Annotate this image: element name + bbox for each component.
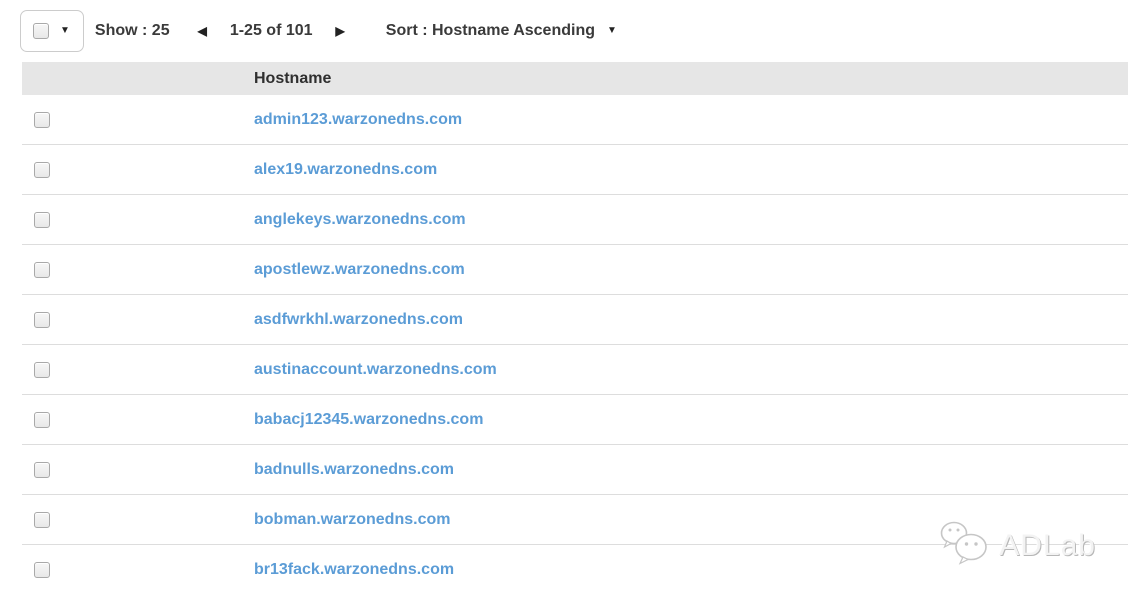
sort-dropdown[interactable]: Sort : Hostname Ascending ▼	[386, 22, 617, 40]
row-checkbox[interactable]	[34, 112, 50, 128]
table-row: admin123.warzonedns.com	[22, 95, 1128, 145]
hostname-link[interactable]: br13fack.warzonedns.com	[254, 561, 454, 579]
row-checkbox[interactable]	[34, 562, 50, 578]
chevron-down-icon: ▼	[607, 26, 617, 36]
row-checkbox[interactable]	[34, 462, 50, 478]
pagination-range: 1-25 of 101	[230, 22, 313, 40]
table-row: alex19.warzonedns.com	[22, 145, 1128, 195]
table-row: austinaccount.warzonedns.com	[22, 345, 1128, 395]
row-checkbox[interactable]	[34, 162, 50, 178]
hostname-table: Hostname admin123.warzonedns.com alex19.…	[22, 62, 1128, 591]
row-checkbox[interactable]	[34, 512, 50, 528]
hostname-link[interactable]: apostlewz.warzonedns.com	[254, 261, 465, 279]
show-per-page-control[interactable]: Show : 25	[95, 22, 170, 40]
row-checkbox[interactable]	[34, 312, 50, 328]
select-all-button[interactable]: ▼	[20, 10, 84, 52]
row-checkbox[interactable]	[34, 362, 50, 378]
table-row: br13fack.warzonedns.com	[22, 545, 1128, 591]
table-row: apostlewz.warzonedns.com	[22, 245, 1128, 295]
table-row: bobman.warzonedns.com	[22, 495, 1128, 545]
hostname-link[interactable]: asdfwrkhl.warzonedns.com	[254, 311, 463, 329]
select-all-checkbox[interactable]	[33, 23, 49, 39]
hostname-link[interactable]: badnulls.warzonedns.com	[254, 461, 454, 479]
hostname-link[interactable]: austinaccount.warzonedns.com	[254, 361, 497, 379]
table-row: anglekeys.warzonedns.com	[22, 195, 1128, 245]
hostname-link[interactable]: bobman.warzonedns.com	[254, 511, 450, 529]
row-checkbox[interactable]	[34, 212, 50, 228]
next-page-button[interactable]: ▶	[336, 25, 345, 37]
hostname-link[interactable]: babacj12345.warzonedns.com	[254, 411, 483, 429]
chevron-down-icon[interactable]: ▼	[60, 26, 70, 36]
table-body: admin123.warzonedns.com alex19.warzonedn…	[22, 95, 1128, 591]
hostname-column-header: Hostname	[254, 70, 331, 88]
row-checkbox[interactable]	[34, 262, 50, 278]
hostname-link[interactable]: anglekeys.warzonedns.com	[254, 211, 466, 229]
table-row: babacj12345.warzonedns.com	[22, 395, 1128, 445]
hostname-list-page: ▼ Show : 25 ◀ 1-25 of 101 ▶ Sort : Hostn…	[0, 0, 1128, 591]
hostname-link[interactable]: alex19.warzonedns.com	[254, 161, 437, 179]
sort-label: Sort : Hostname Ascending	[386, 22, 595, 40]
table-header-row: Hostname	[22, 62, 1128, 95]
table-row: badnulls.warzonedns.com	[22, 445, 1128, 495]
table-row: asdfwrkhl.warzonedns.com	[22, 295, 1128, 345]
row-checkbox[interactable]	[34, 412, 50, 428]
toolbar: ▼ Show : 25 ◀ 1-25 of 101 ▶ Sort : Hostn…	[0, 0, 1128, 62]
hostname-link[interactable]: admin123.warzonedns.com	[254, 111, 462, 129]
prev-page-button[interactable]: ◀	[198, 25, 207, 37]
